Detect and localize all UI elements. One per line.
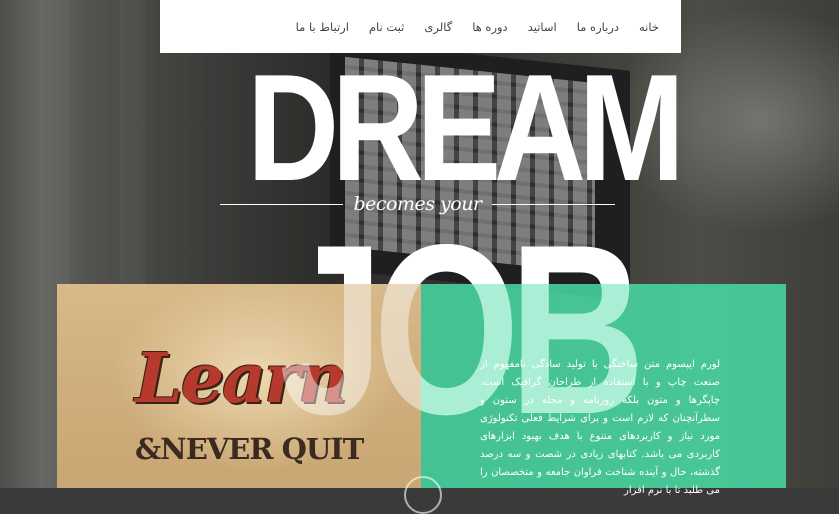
hero-title-dream: DREAM <box>247 43 685 213</box>
learn-image-title: Learn <box>135 339 347 419</box>
nav-item-teachers[interactable]: اساتید <box>528 20 557 34</box>
nav-item-contact[interactable]: ارتباط با ما <box>296 20 349 34</box>
nav-item-about[interactable]: درباره ما <box>577 20 619 34</box>
nav-item-gallery[interactable]: گالری <box>424 20 452 34</box>
nav-item-home[interactable]: خانه <box>639 20 659 34</box>
intro-paragraph: لورم ایپسوم متن ساختگی با تولید سادگی نا… <box>480 359 720 496</box>
learn-image-subtitle: &NEVER QUIT <box>135 432 364 466</box>
learn-never-quit-image: Learn &NEVER QUIT <box>57 284 421 488</box>
nav-item-register[interactable]: ثبت نام <box>369 20 404 34</box>
scroll-circle-icon[interactable] <box>404 476 442 514</box>
nav-item-courses[interactable]: دوره ها <box>472 20 507 34</box>
